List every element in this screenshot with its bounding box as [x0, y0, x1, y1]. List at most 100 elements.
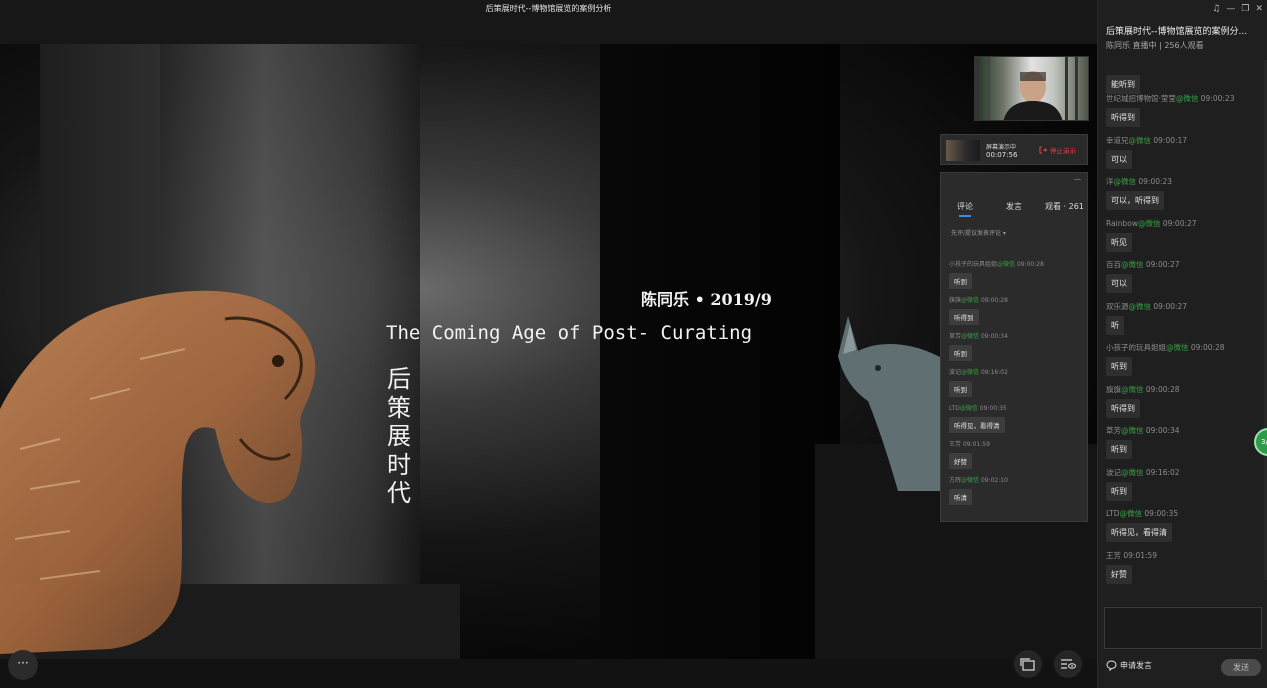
chat-user: LTD [1106, 509, 1120, 518]
slide-title-char: 展 [387, 422, 411, 450]
request-speak-button[interactable]: 申请发言 [1106, 660, 1152, 671]
chat-meta: 双乐源@微信 09:00:27 [1106, 301, 1256, 313]
restore-icon[interactable]: ❐ [1241, 4, 1249, 14]
chat-sidebar: ♫ — ❐ ✕ 后策展时代--博物馆展览的案例分... 陈同乐 直播中 | 25… [1097, 0, 1267, 688]
comment-user: 旗旗 [949, 297, 962, 304]
chat-user: 双乐源 [1106, 301, 1129, 311]
tab-speech[interactable]: 发言 [1006, 201, 1022, 212]
comment-panel-preview: — 评论 发言 观看 · 261 先评/提议发表评论 ▾ 小孩子的玩具姐姐@微信… [940, 172, 1088, 522]
chat-bubble: 听得见，看得清 [1106, 523, 1172, 542]
chat-bubble: 听得到 [1106, 108, 1140, 127]
chat-user: 小孩子的玩具姐姐 [1106, 343, 1166, 352]
close-icon[interactable]: ✕ [1255, 4, 1263, 14]
list-view-icon [1061, 659, 1076, 669]
chat-meta: 世纪城招博物馆·莹莹@微信 09:00:23 [1106, 93, 1256, 105]
comment-time: 09:00:28 [980, 297, 1008, 304]
chat-source: @微信 [1121, 260, 1144, 269]
chat-source: @微信 [1119, 509, 1143, 518]
live-status: 陈同乐 直播中 | 256人观看 [1106, 41, 1204, 50]
layout-toggle-button[interactable] [1054, 650, 1082, 678]
video-area: 后策展时代--博物馆展览的案例分析 陈同乐 • 2019/9 The Comin… [0, 0, 1097, 688]
chat-time: 09:00:34 [1145, 426, 1180, 435]
list-item: 小孩子的玩具姐姐@微信 09:00:28 听到 [1106, 342, 1256, 384]
chat-user: 波记 [1106, 467, 1121, 477]
screen-switch-icon [1020, 658, 1035, 671]
tab-viewers[interactable]: 观看 · 261 [1045, 201, 1084, 212]
chat-time: 09:00:27 [1153, 301, 1188, 311]
screen-share-bar: 屏幕演示中 00:07:56 停止演示 [940, 134, 1088, 165]
comment-user: 方辉 [949, 477, 962, 484]
message-input[interactable] [1104, 607, 1262, 649]
list-item: 旗旗@微信 09:00:28 听得到 [949, 295, 1085, 331]
chat-time: 09:00:35 [1144, 509, 1179, 518]
chat-meta: 百百@微信 09:00:27 [1106, 259, 1256, 271]
screen-switch-button[interactable] [1014, 650, 1042, 678]
chat-meta: 旗旗@微信 09:00:28 [1106, 384, 1256, 396]
chat-meta: 波记@微信 09:16:02 [1106, 467, 1256, 479]
comment-source: @微信 [961, 369, 980, 376]
window-title: 后策展时代--博物馆展览的案例分析 [485, 4, 612, 13]
send-button[interactable]: 发送 [1221, 659, 1261, 676]
chat-bubble: 听到 [1106, 481, 1132, 501]
chat-time: 09:01:59 [1123, 550, 1158, 560]
list-item: 王芳 09:01:59 好赞 [949, 439, 1085, 475]
chat-source: @微信 [1121, 467, 1144, 477]
comment-source: @微信 [961, 477, 980, 484]
minimize-icon[interactable]: — [1226, 4, 1235, 14]
more-options-button[interactable]: ··· [8, 650, 38, 680]
comment-user: 波记 [949, 369, 962, 376]
chat-meta: 王芳 09:01:59 [1106, 550, 1256, 562]
chat-source: @微信 [1121, 384, 1144, 394]
comment-time: 09:01:59 [962, 441, 990, 448]
chat-meta: 小孩子的玩具姐姐@微信 09:00:28 [1106, 342, 1256, 354]
chat-meta: 幸道兄@微信 09:00:17 [1106, 135, 1256, 147]
list-item: 世纪城招博物馆·莹莹@微信 09:00:23 听得到 [1106, 93, 1256, 135]
stop-share-button[interactable]: 停止演示 [1039, 145, 1076, 155]
chat-bubble: 听得到 [1106, 398, 1140, 418]
list-item: 能听到 [1106, 72, 1256, 94]
chat-bubble: 听 [1106, 315, 1124, 335]
chat-meta: 草芳@微信 09:00:34 [1106, 425, 1256, 437]
list-item: Rainbow@微信 09:00:27 听见 [1106, 218, 1256, 260]
screen-share-timer: 00:07:56 [986, 151, 1018, 159]
request-speak-label: 申请发言 [1120, 661, 1152, 670]
comment-meta: 草芳@微信 09:00:34 [949, 331, 1085, 341]
slide-author: 陈同乐 • 2019/9 [641, 290, 772, 309]
slide-title-char: 后 [387, 365, 411, 393]
comment-meta: 小孩子的玩具姐姐@微信 09:00:28 [949, 259, 1085, 269]
slide-title-char: 策 [387, 393, 411, 422]
chat-time: 09:00:27 [1162, 218, 1197, 228]
comment-meta: 波记@微信 09:16:02 [949, 367, 1085, 377]
pin-icon[interactable]: ♫ [1212, 4, 1220, 14]
chat-meta: 洋@微信 09:00:23 [1106, 176, 1256, 188]
presenter-camera-feed[interactable] [974, 56, 1089, 121]
chat-meta: LTD@微信 09:00:35 [1106, 508, 1256, 520]
screen-share-status: 屏幕演示中 [986, 144, 1017, 151]
chat-time: 09:00:27 [1145, 260, 1180, 269]
comment-user: LTD [949, 405, 960, 412]
list-item: 百百@微信 09:00:27 可以 [1106, 259, 1256, 301]
list-item: 草芳@微信 09:00:34 听到 [949, 331, 1085, 367]
minimize-panel-button[interactable]: — [1074, 175, 1081, 183]
list-item: 洋@微信 09:00:23 可以，听得到 [1106, 176, 1256, 218]
comment-filter-dropdown[interactable]: 先评/提议发表评论 ▾ [951, 228, 1006, 237]
chat-user: 世纪城招博物馆·莹莹 [1106, 94, 1176, 103]
chat-time: 09:00:28 [1190, 343, 1225, 352]
comment-meta: 王芳 09:01:59 [949, 439, 1085, 449]
comment-user: 王芳 [949, 441, 962, 448]
chat-time: 09:00:28 [1145, 384, 1180, 394]
screen-share-thumbnail [946, 140, 980, 161]
chat-user: 草芳 [1106, 426, 1121, 435]
chat-bubble: 可以，听得到 [1106, 191, 1164, 210]
comment-source: @微信 [961, 333, 980, 340]
tab-comments[interactable]: 评论 [957, 201, 973, 212]
chat-time: 09:00:23 [1200, 94, 1235, 103]
slide-title-english: The Coming Age of Post- Curating [386, 322, 753, 344]
comment-bubble: 听清 [949, 489, 972, 505]
list-item: 幸道兄@微信 09:00:17 可以 [1106, 135, 1256, 177]
comment-bubble: 听得到 [949, 309, 979, 325]
title-bar: 后策展时代--博物馆展览的案例分析 [0, 0, 1097, 44]
chat-message-list[interactable]: 能听到 世纪城招博物馆·莹莹@微信 09:00:23 听得到 幸道兄@微信 09… [1106, 72, 1256, 592]
comment-bubble: 听得见，看得清 [949, 417, 1005, 433]
horse-sculpture-image [0, 290, 316, 654]
